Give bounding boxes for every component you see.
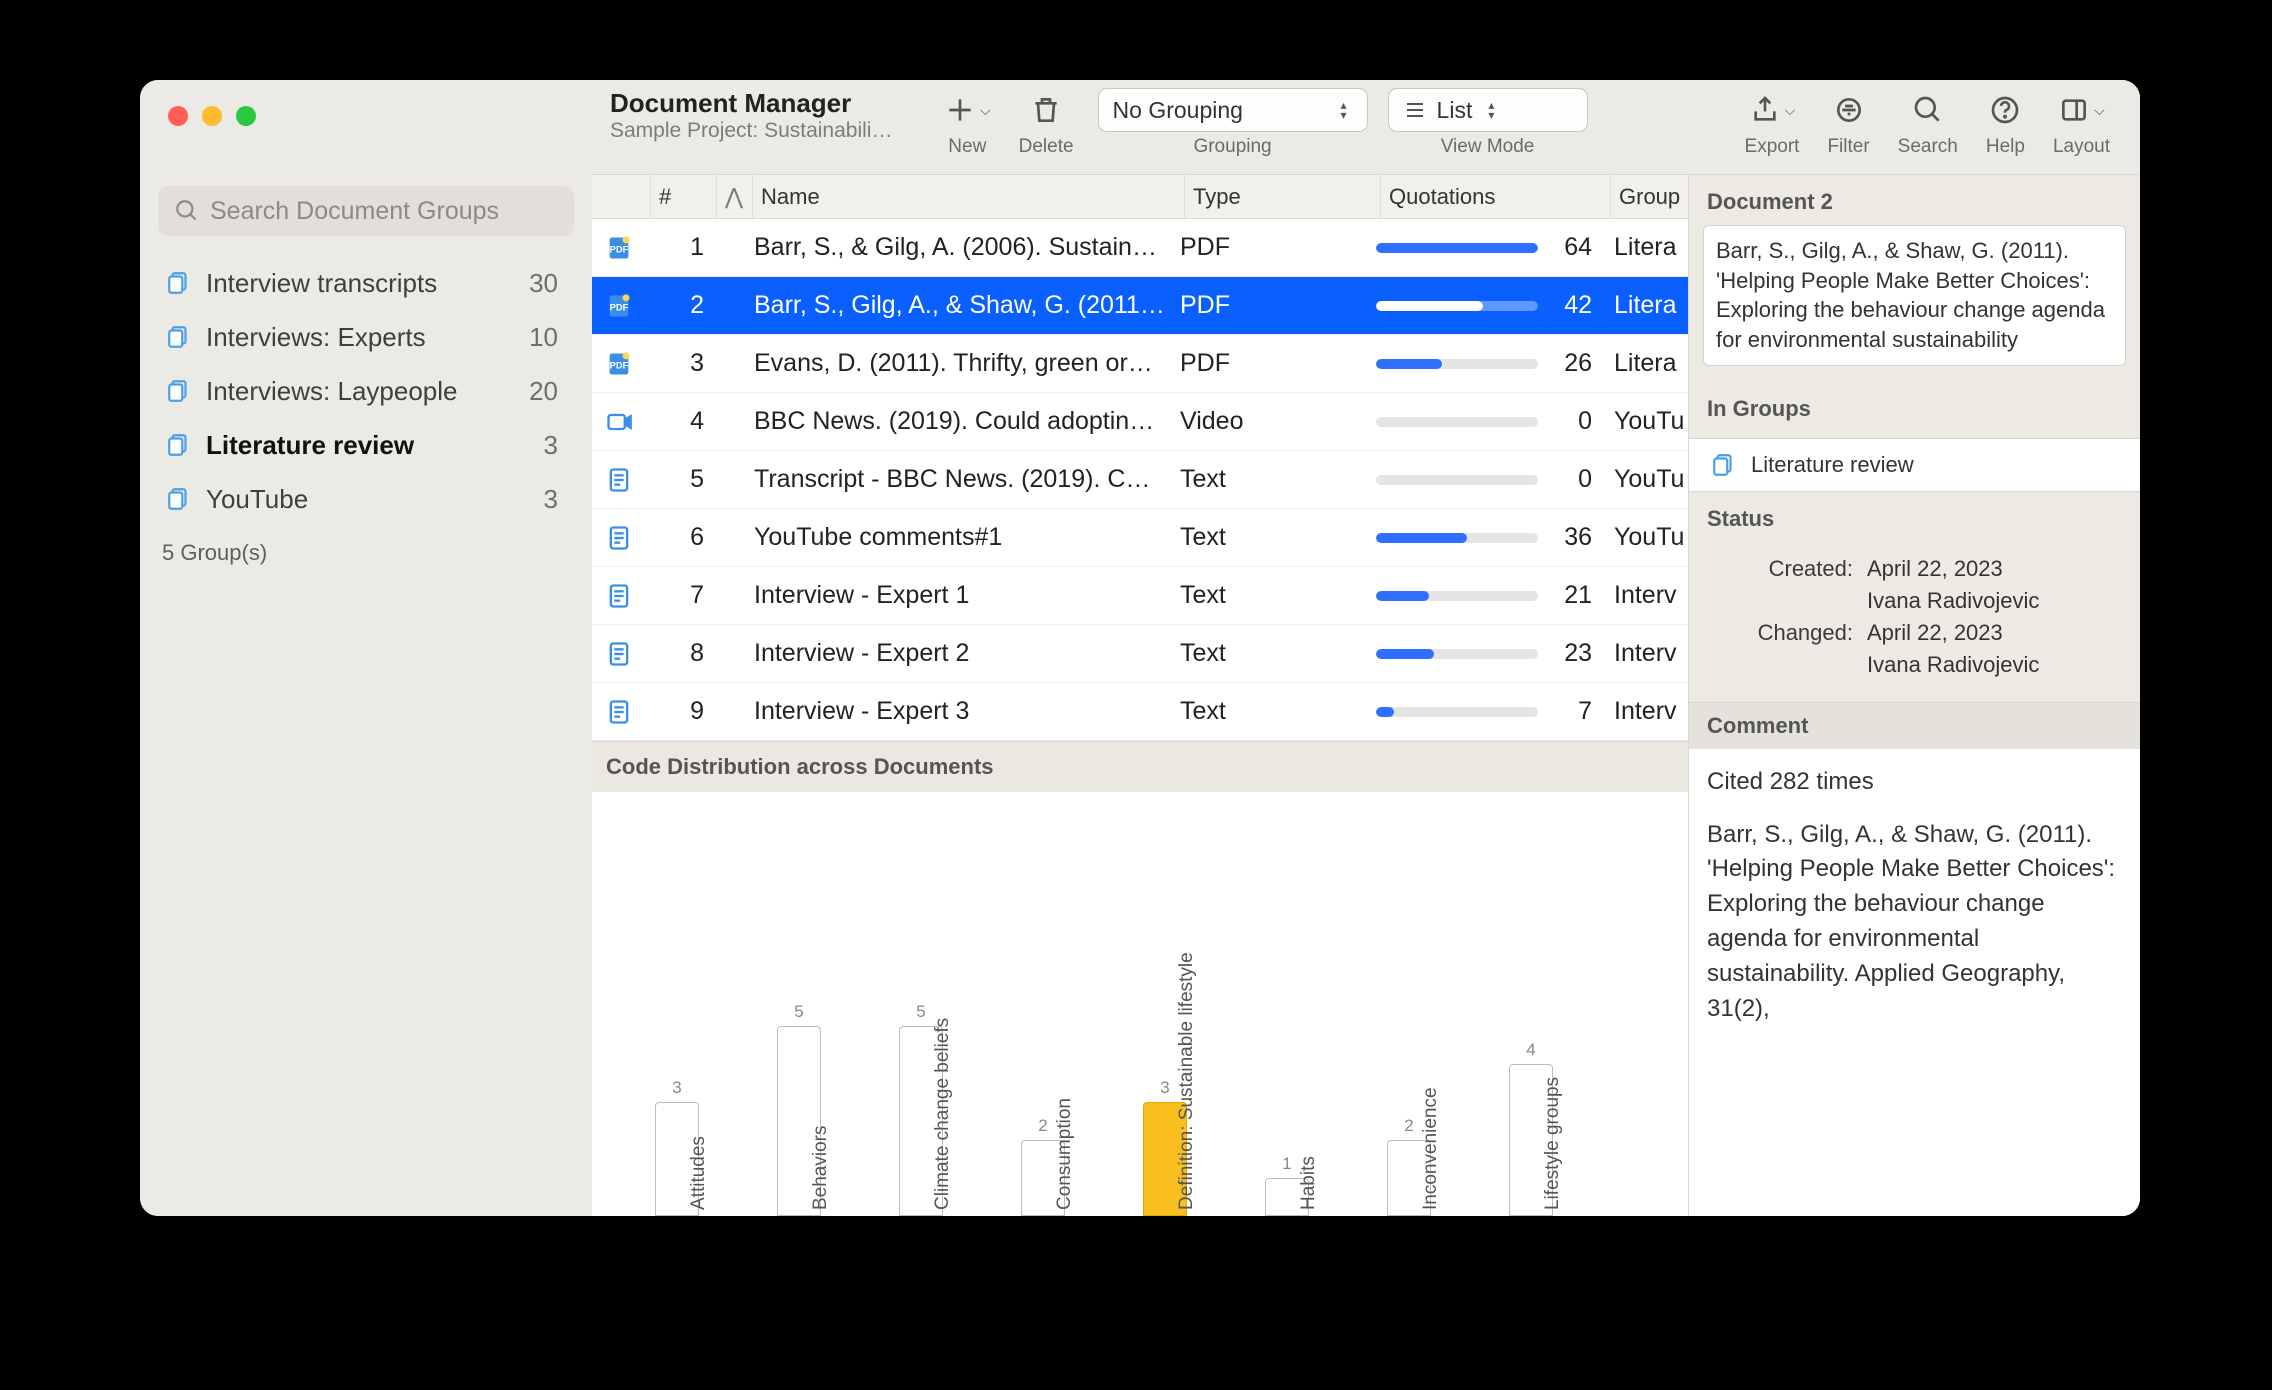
inspector-doc-title: Document 2 (1689, 175, 2140, 225)
sidebar-footer: 5 Group(s) (158, 540, 574, 566)
text-icon (605, 524, 633, 552)
chart-title: Code Distribution across Documents (606, 754, 994, 780)
help-icon (1989, 94, 2021, 126)
sidebar-item-literature-review[interactable]: Literature review 3 (158, 420, 574, 470)
inspector-status-title: Status (1689, 492, 2140, 542)
view-mode-control[interactable]: List ▴▾ View Mode (1378, 88, 1598, 158)
sidebar-item-interviews-laypeople[interactable]: Interviews: Laypeople 20 (158, 366, 574, 416)
documents-icon (166, 486, 192, 512)
inspector-comment-body[interactable]: Cited 282 times Barr, S., Gilg, A., & Sh… (1689, 749, 2140, 1216)
column-name[interactable]: Name (752, 175, 1184, 218)
inspector-bib-box[interactable]: Barr, S., Gilg, A., & Shaw, G. (2011). '… (1703, 225, 2126, 366)
svg-text:PDF: PDF (610, 302, 629, 312)
filter-icon (1833, 94, 1865, 126)
toolbar: Document Manager Sample Project: Sustain… (592, 80, 2140, 175)
zoom-window-button[interactable] (236, 106, 256, 126)
chevron-updown-icon: ▴▾ (1482, 101, 1500, 119)
status-grid: Created: April 22, 2023 Ivana Radivojevi… (1689, 542, 2140, 702)
svg-text:PDF: PDF (610, 360, 629, 370)
chart-bar[interactable]: 2 Consumption (1018, 1116, 1068, 1216)
documents-icon (1711, 452, 1737, 478)
inspector-group-row[interactable]: Literature review (1689, 438, 2140, 492)
new-button[interactable]: ⌵ New (930, 88, 1005, 158)
inspector: Document 2 Barr, S., Gilg, A., & Shaw, G… (1688, 175, 2140, 1216)
pdf-icon: PDF (605, 292, 633, 320)
chart-bar[interactable]: 2 Inconvenience (1384, 1116, 1434, 1216)
list-icon (1403, 98, 1427, 122)
minimize-window-button[interactable] (202, 106, 222, 126)
documents-icon (166, 324, 192, 350)
layout-icon (2058, 94, 2090, 126)
plus-icon (944, 94, 976, 126)
sidebar: Search Document Groups Interview transcr… (140, 80, 592, 1216)
app-window: Search Document Groups Interview transcr… (140, 80, 2140, 1216)
chart-bar[interactable]: 4 Lifestyle groups (1506, 1040, 1556, 1216)
search-input[interactable]: Search Document Groups (158, 186, 574, 236)
window-title: Document Manager (610, 88, 930, 119)
text-icon (605, 698, 633, 726)
chart-bar[interactable]: 5 Behaviors (774, 1002, 824, 1216)
export-icon (1749, 94, 1781, 126)
sort-indicator[interactable]: ⋀ (716, 175, 752, 218)
pdf-icon: PDF (605, 234, 633, 262)
column-quotations[interactable]: Quotations (1380, 175, 1610, 218)
window-controls (158, 80, 574, 126)
chart-bar[interactable]: 3 Definition: Sustainable lifestyle (1140, 1078, 1190, 1216)
column-type[interactable]: Type (1184, 175, 1380, 218)
documents-icon (166, 270, 192, 296)
layout-button[interactable]: ⌵ Layout (2039, 88, 2124, 158)
search-placeholder: Search Document Groups (210, 197, 499, 226)
documents-icon (166, 432, 192, 458)
title-block: Document Manager Sample Project: Sustain… (610, 88, 930, 143)
sidebar-item-youtube[interactable]: YouTube 3 (158, 474, 574, 524)
sidebar-item-interview-transcripts[interactable]: Interview transcripts 30 (158, 258, 574, 308)
filter-button[interactable]: Filter (1813, 88, 1883, 158)
chevron-updown-icon: ▴▾ (1335, 101, 1353, 119)
inspector-comment-title: Comment (1689, 702, 2140, 749)
search-button[interactable]: Search (1884, 88, 1972, 158)
delete-button[interactable]: Delete (1005, 88, 1088, 158)
search-icon (174, 198, 200, 224)
inspector-in-groups-title: In Groups (1689, 382, 2140, 432)
svg-text:PDF: PDF (610, 244, 629, 254)
grouping-control[interactable]: No Grouping ▴▾ Grouping (1088, 88, 1378, 158)
sidebar-item-interviews-experts[interactable]: Interviews: Experts 10 (158, 312, 574, 362)
pdf-icon: PDF (605, 350, 633, 378)
close-window-button[interactable] (168, 106, 188, 126)
text-icon (605, 640, 633, 668)
window-subtitle: Sample Project: Sustainabili… (610, 119, 930, 143)
export-button[interactable]: ⌵ Export (1731, 88, 1814, 158)
document-groups-list: Interview transcripts 30 Interviews: Exp… (158, 258, 574, 524)
documents-icon (166, 378, 192, 404)
chart-bar[interactable]: 3 Attitudes (652, 1078, 702, 1216)
text-icon (605, 582, 633, 610)
column-number[interactable]: # (650, 175, 716, 218)
text-icon (605, 466, 633, 494)
trash-icon (1030, 94, 1062, 126)
help-button[interactable]: Help (1972, 88, 2039, 158)
chart-bar[interactable]: 5 Climate change beliefs (896, 1002, 946, 1216)
video-icon (605, 408, 633, 436)
search-icon (1912, 94, 1944, 126)
chart-bar[interactable]: 1 Habits (1262, 1154, 1312, 1216)
